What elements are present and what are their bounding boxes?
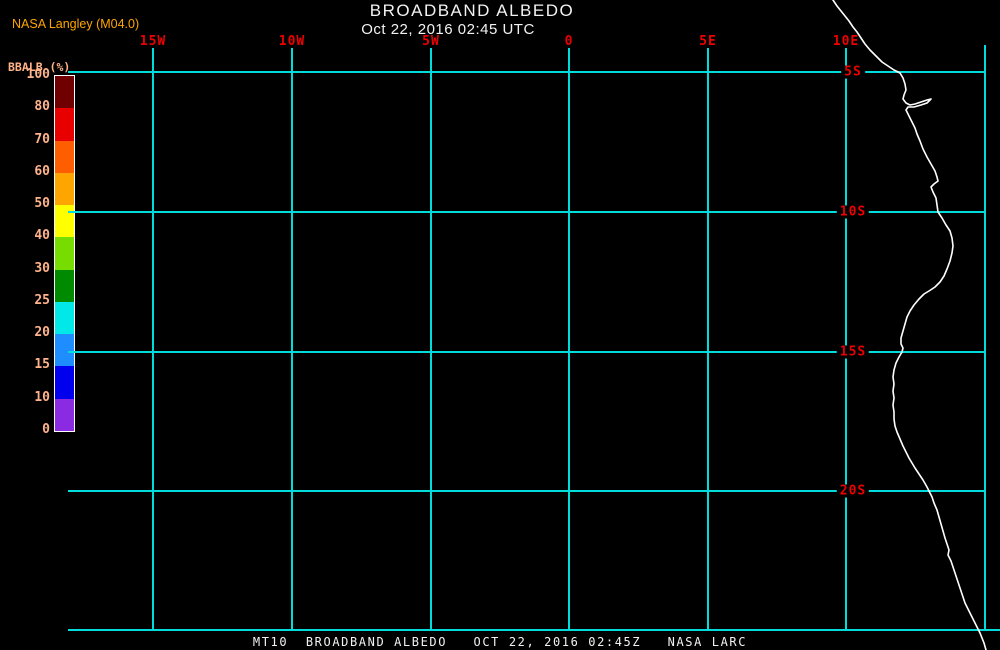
colorbar-segment-50-60 [55, 172, 74, 206]
colorbar-tick-label-70: 70 [34, 131, 50, 147]
longitude-label-5W: 5W [422, 34, 440, 49]
coastline-map [832, 0, 987, 650]
gridline-meridian-10W [291, 48, 293, 630]
latitude-label-20S: 20S [836, 484, 870, 498]
gridline-meridian-15W [152, 48, 154, 630]
map-right-border [984, 45, 986, 630]
gridline-meridian-5W [430, 48, 432, 630]
gridline-meridian-5E [707, 48, 709, 630]
colorbar-tick-label-0: 0 [42, 422, 50, 437]
longitude-label-10E: 10E [832, 34, 860, 49]
longitude-label-15W: 15W [139, 34, 167, 49]
colorbar-tick-label-50: 50 [34, 196, 50, 212]
colorbar-tick-label-60: 60 [34, 163, 50, 179]
colorbar-tick-label-25: 25 [34, 292, 50, 308]
colorbar-segment-30-40 [55, 237, 74, 270]
colorbar-segment-70-80 [55, 108, 74, 141]
colorbar-tick-label-30: 30 [34, 260, 50, 276]
latitude-label-10S: 10S [836, 205, 870, 219]
satellite-image-viewer: NASA Langley (M04.0) BROADBAND ALBEDO Oc… [0, 0, 1000, 650]
colorbar-tick-label-10: 10 [34, 389, 50, 405]
latitude-label-15S: 15S [836, 345, 870, 359]
page-title: BROADBAND ALBEDO [369, 1, 575, 20]
colorbar-segment-0-10 [55, 398, 74, 431]
coastline-path [832, 0, 987, 650]
longitude-label-5E: 5E [699, 34, 717, 49]
longitude-label-0: 0 [564, 34, 574, 49]
colorbar-tick-label-100: 100 [26, 67, 50, 82]
gridline-meridian-10E [845, 48, 847, 630]
colorbar-segment-10-15 [55, 366, 74, 399]
colorbar-segment-60-70 [55, 140, 74, 173]
colorbar-tick-label-80: 80 [34, 99, 50, 115]
longitude-label-10W: 10W [278, 34, 306, 49]
colorbar [54, 75, 75, 432]
timestamp-subtitle: Oct 22, 2016 02:45 UTC [361, 21, 535, 38]
gridline-meridian-0 [568, 48, 570, 630]
colorbar-segment-80-100 [55, 76, 74, 109]
latitude-label-5S: 5S [841, 65, 865, 79]
status-bar-text: MT10 BROADBAND ALBEDO OCT 22, 2016 02:45… [252, 635, 748, 649]
colorbar-tick-label-40: 40 [34, 228, 50, 244]
colorbar-segment-20-25 [55, 301, 74, 335]
colorbar-tick-label-15: 15 [34, 357, 50, 373]
colorbar-segment-25-30 [55, 269, 74, 302]
colorbar-segment-40-50 [55, 205, 74, 238]
colorbar-tick-label-20: 20 [34, 325, 50, 341]
map-bottom-border [68, 629, 1000, 631]
